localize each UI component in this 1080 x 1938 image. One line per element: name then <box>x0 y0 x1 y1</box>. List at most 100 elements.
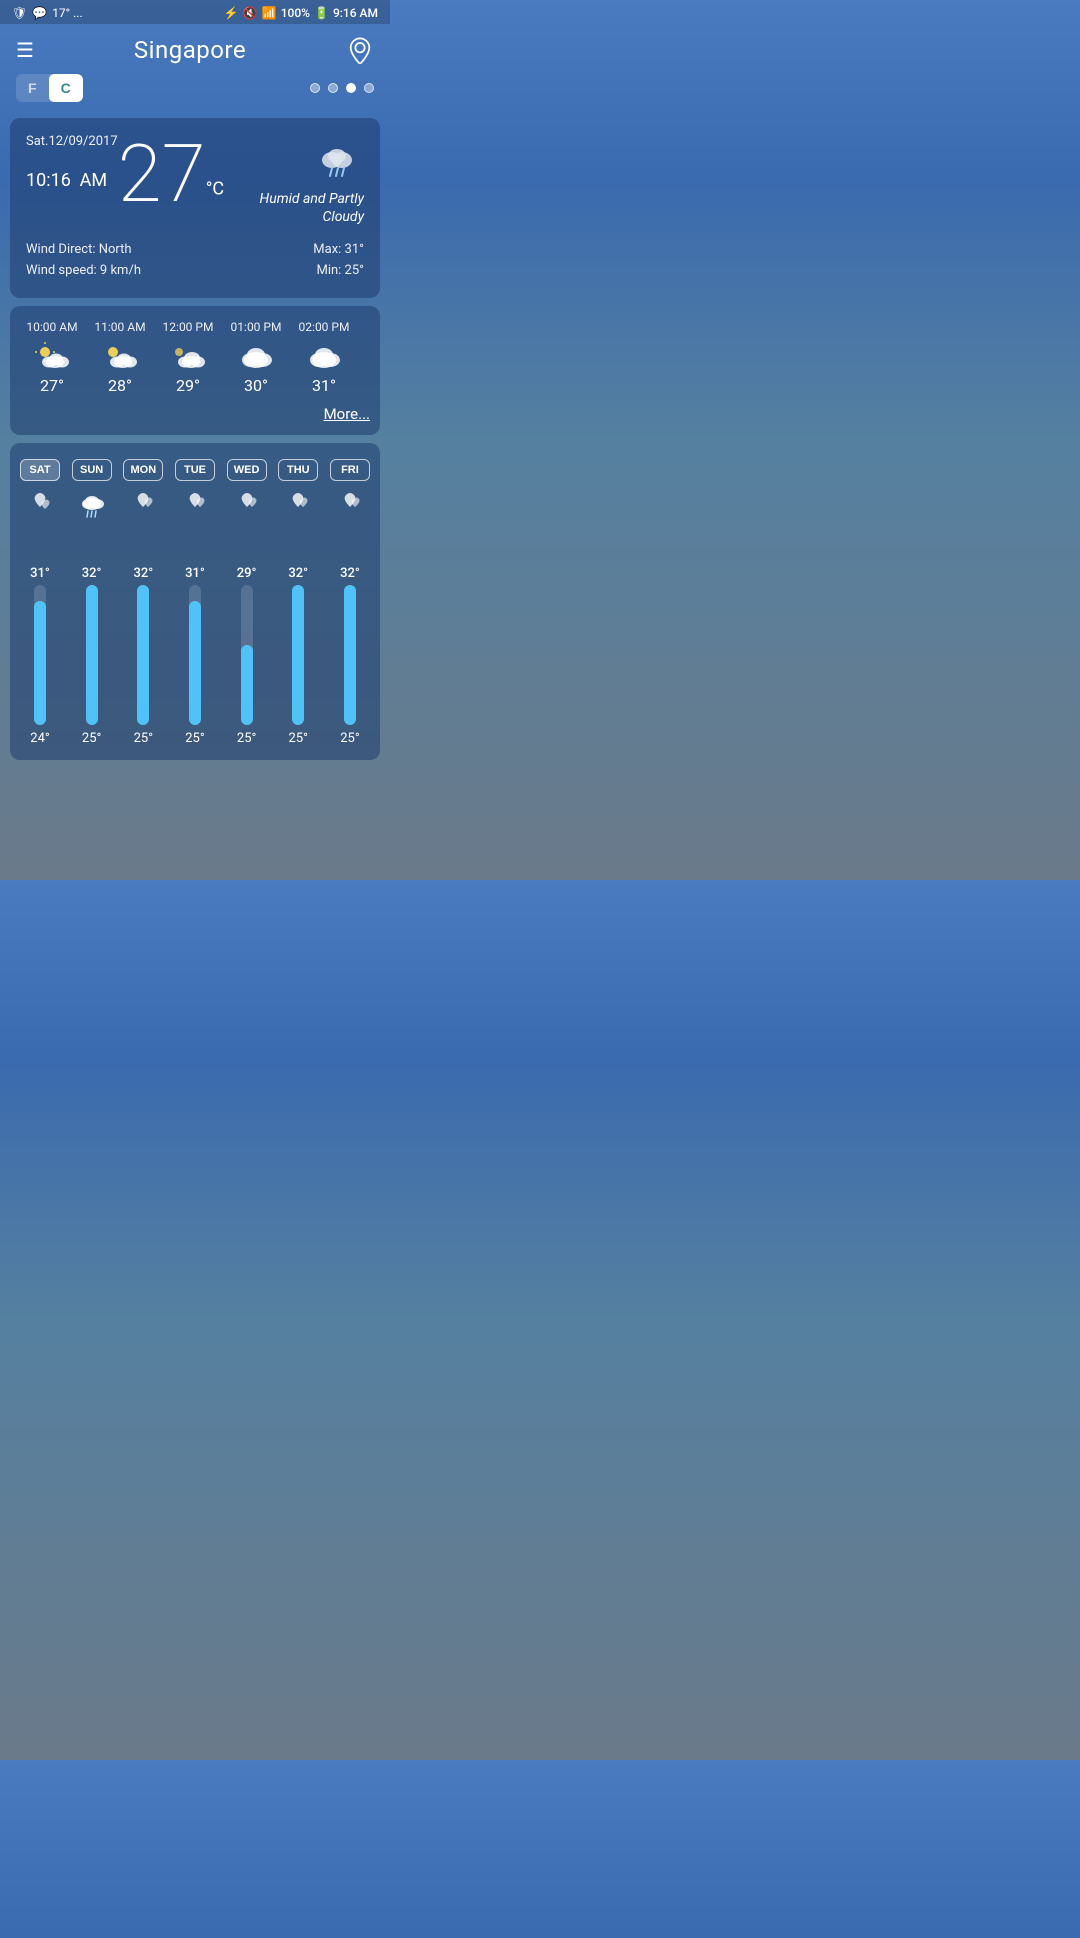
weather-top: Sat.12/09/2017 10:16 AM 27°C <box>26 134 364 226</box>
day-thu[interactable]: THU <box>278 459 318 481</box>
hour-temp-2: 28° <box>108 376 132 395</box>
bar-fill-fri <box>344 585 356 725</box>
bar-col-sun: 32° <box>72 525 112 725</box>
wind-direction: Wind Direct: North <box>26 240 141 261</box>
more-link[interactable]: More... <box>20 405 370 423</box>
min-temp: Min: 25° <box>313 261 364 282</box>
weather-description: Humid and Partly Cloudy <box>224 190 364 226</box>
dot-3[interactable] <box>346 83 356 93</box>
max-label-fri: 32° <box>340 566 360 581</box>
max-temp: Max: 31° <box>313 240 364 261</box>
max-label-wed: 29° <box>237 566 257 581</box>
celsius-button[interactable]: C <box>49 74 83 102</box>
weekly-icons-row <box>20 491 370 519</box>
hour-temp-4: 30° <box>244 376 268 395</box>
bar-fill-mon <box>137 585 149 725</box>
bar-fill-tue <box>189 601 201 724</box>
hour-icon-2 <box>103 340 137 370</box>
day-sun[interactable]: SUN <box>72 459 112 481</box>
day-wed[interactable]: WED <box>227 459 267 481</box>
bar-col-tue: 31° <box>175 525 215 725</box>
hour-item-3: 12:00 PM 29° <box>156 320 220 395</box>
battery-status: 100% <box>281 6 310 20</box>
min-label-fri: 25° <box>330 731 370 746</box>
min-label-sat: 24° <box>20 731 60 746</box>
weekly-icon-thu <box>278 491 318 519</box>
hour-icon-4 <box>239 340 273 370</box>
time: 10:16 AM <box>26 153 118 195</box>
max-label-sat: 31° <box>30 566 50 581</box>
day-sat[interactable]: SAT <box>20 459 60 481</box>
weekly-icon-sat <box>20 491 60 519</box>
max-label-mon: 32° <box>133 566 153 581</box>
weekly-icon-sun <box>72 491 112 519</box>
hour-item-1: 10:00 AM 27° <box>20 320 84 395</box>
unit-row: F C <box>0 74 390 114</box>
max-label-tue: 31° <box>185 566 205 581</box>
datetime-section: Sat.12/09/2017 10:16 AM <box>26 134 118 195</box>
day-fri[interactable]: FRI <box>330 459 370 481</box>
hour-icon-3 <box>171 340 205 370</box>
wifi-icon: 📶 <box>262 6 277 20</box>
bar-fill-thu <box>292 585 304 725</box>
min-label-thu: 25° <box>278 731 318 746</box>
bar-fill-sun <box>86 585 98 725</box>
mute-icon: 🔇 <box>243 6 258 20</box>
bar-col-sat: 31° <box>20 525 60 725</box>
date: Sat.12/09/2017 <box>26 134 118 149</box>
day-mon[interactable]: MON <box>123 459 163 481</box>
dot-2[interactable] <box>328 83 338 93</box>
status-right: ⚡ 🔇 📶 100% 🔋 9:16 AM <box>224 6 378 20</box>
hour-item-4: 01:00 PM 30° <box>224 320 288 395</box>
menu-button[interactable]: ☰ <box>16 38 34 62</box>
bar-col-fri: 32° <box>330 525 370 725</box>
bar-col-mon: 32° <box>123 525 163 725</box>
bluetooth-icon: ⚡ <box>224 6 239 20</box>
day-tue[interactable]: TUE <box>175 459 215 481</box>
hour-item-2: 11:00 AM 28° <box>88 320 152 395</box>
temperature: 27°C <box>118 134 225 214</box>
current-weather-card: Sat.12/09/2017 10:16 AM 27°C <box>10 118 380 298</box>
hour-icon-1 <box>35 340 69 370</box>
temperature-section: 27°C <box>118 134 225 214</box>
hour-label-1: 10:00 AM <box>26 320 77 334</box>
weekly-icon-wed <box>227 491 267 519</box>
bar-fill-wed <box>241 645 253 725</box>
message-icon: 💬 <box>32 6 47 20</box>
temp-range: Max: 31° Min: 25° <box>313 240 364 282</box>
bar-fill-sat <box>34 601 46 724</box>
min-label-mon: 25° <box>123 731 163 746</box>
bars-section: 31° 32° 32° 31° 29° 32° 32° <box>20 525 370 725</box>
hour-temp-1: 27° <box>40 376 64 395</box>
hour-label-4: 01:00 PM <box>231 320 282 334</box>
header: ☰ Singapore <box>0 24 390 74</box>
hourly-scroll[interactable]: 10:00 AM 27° 11:00 AM 28° 12:00 PM 29° 0… <box>20 320 370 395</box>
clock: 9:16 AM <box>333 6 378 20</box>
weekly-forecast-card: SAT SUN MON TUE WED THU FRI <box>10 443 380 760</box>
weekly-icon-mon <box>123 491 163 519</box>
max-label-sun: 32° <box>82 566 102 581</box>
min-labels-row: 24°25°25°25°25°25°25° <box>20 731 370 746</box>
shield-icon: 🛡 <box>12 6 27 20</box>
dot-1[interactable] <box>310 83 320 93</box>
weather-bottom: Wind Direct: North Wind speed: 9 km/h Ma… <box>26 240 364 282</box>
location-button[interactable] <box>346 36 374 64</box>
weekly-icon-fri <box>330 491 370 519</box>
wind-speed: Wind speed: 9 km/h <box>26 261 141 282</box>
weather-icon <box>224 134 364 184</box>
hour-temp-5: 31° <box>312 376 336 395</box>
hour-temp-3: 29° <box>176 376 200 395</box>
unit-toggle[interactable]: F C <box>16 74 83 102</box>
min-label-sun: 25° <box>72 731 112 746</box>
max-label-thu: 32° <box>288 566 308 581</box>
hour-item-5: 02:00 PM 31° <box>292 320 356 395</box>
fahrenheit-button[interactable]: F <box>16 74 49 102</box>
city-name: Singapore <box>134 36 246 64</box>
min-label-wed: 25° <box>227 731 267 746</box>
hour-label-2: 11:00 AM <box>94 320 145 334</box>
dot-4[interactable] <box>364 83 374 93</box>
hourly-forecast-card: 10:00 AM 27° 11:00 AM 28° 12:00 PM 29° 0… <box>10 306 380 435</box>
bar-col-wed: 29° <box>227 525 267 725</box>
wind-info: Wind Direct: North Wind speed: 9 km/h <box>26 240 141 282</box>
status-left: 🛡 💬 17° ... <box>12 6 83 20</box>
